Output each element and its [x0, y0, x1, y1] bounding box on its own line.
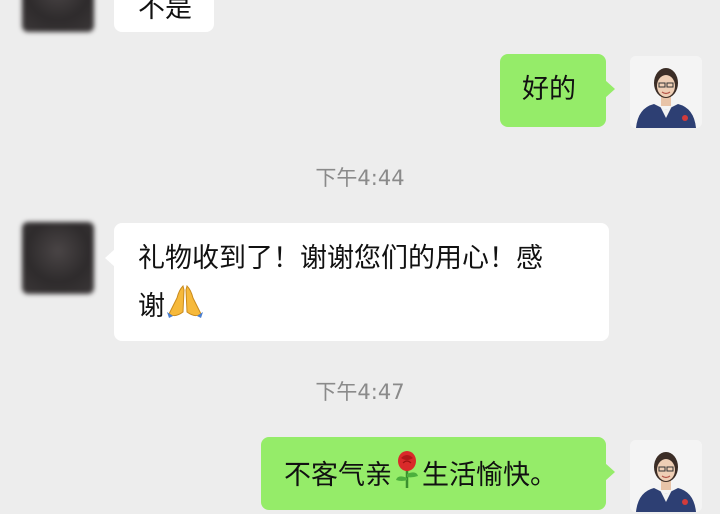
- chat-view: 不是 好的 下午4:44 礼物收到了！谢谢您们的用心！感 谢 下午4:47 不客…: [0, 0, 720, 514]
- bubble-tail: [605, 463, 615, 481]
- message-text: 不是: [138, 0, 192, 24]
- message-timestamp: 下午4:47: [315, 380, 405, 404]
- contact-avatar[interactable]: [22, 0, 94, 32]
- message-text: 不客气亲: [284, 460, 392, 491]
- bubble-tail: [105, 249, 115, 267]
- message-bubble-outgoing[interactable]: 不客气亲 生活愉快。: [261, 437, 615, 510]
- my-avatar[interactable]: [630, 56, 702, 128]
- message-bubble-outgoing[interactable]: 好的: [500, 54, 615, 127]
- message-text-line-2: 谢: [138, 282, 589, 333]
- rose-icon: [392, 450, 422, 503]
- person-portrait-icon: [630, 440, 702, 512]
- message-bubble-incoming[interactable]: 礼物收到了！谢谢您们的用心！感 谢: [105, 223, 609, 341]
- message-timestamp: 下午4:44: [315, 166, 405, 190]
- folded-hands-icon: [165, 282, 205, 333]
- bubble-tail: [605, 80, 615, 98]
- message-text: 生活愉快。: [422, 460, 557, 491]
- contact-avatar[interactable]: [22, 222, 94, 294]
- message-bubble-incoming[interactable]: 不是: [114, 0, 214, 32]
- message-text: 好的: [522, 74, 576, 105]
- message-text-line: 礼物收到了！谢谢您们的用心！感: [138, 243, 543, 274]
- person-portrait-icon: [630, 56, 702, 128]
- my-avatar[interactable]: [630, 440, 702, 512]
